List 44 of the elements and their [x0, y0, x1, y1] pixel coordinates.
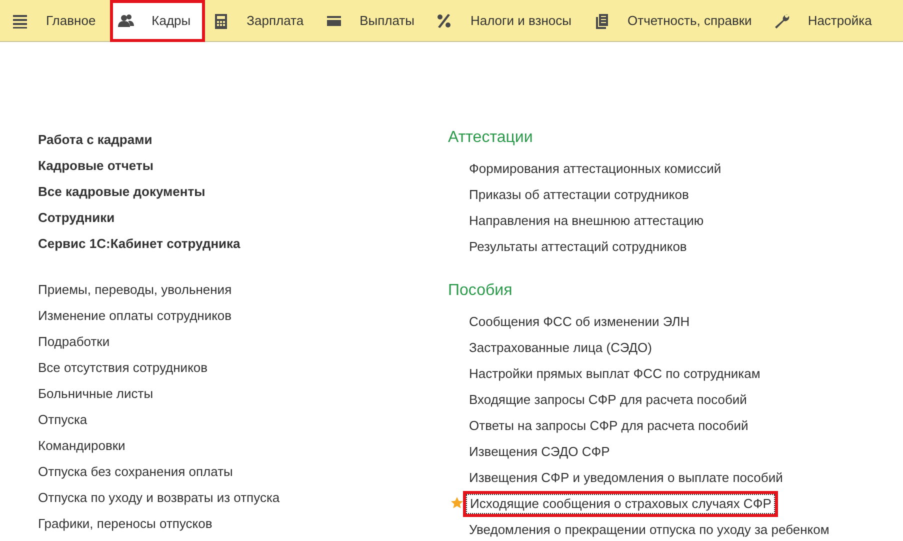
- people-icon: [118, 13, 134, 29]
- menu-link[interactable]: Застрахованные лица (СЭДО): [466, 339, 655, 357]
- menu-link[interactable]: Все отсутствия сотрудников: [38, 355, 208, 381]
- documents-icon: [594, 13, 610, 29]
- menu-link[interactable]: Сообщения ФСС об изменении ЭЛН: [466, 313, 693, 331]
- menu-link[interactable]: Больничные листы: [38, 381, 154, 407]
- menu-link[interactable]: Кадровые отчеты: [38, 153, 154, 179]
- menu-link[interactable]: Сервис 1С:Кабинет сотрудника: [38, 231, 240, 257]
- wrench-icon: [774, 13, 790, 29]
- menu-link[interactable]: Все кадровые документы: [38, 179, 206, 205]
- section-tab[interactable]: Кадры: [110, 0, 205, 42]
- menu-link[interactable]: Приемы, переводы, увольнения: [38, 277, 232, 303]
- menu-link[interactable]: Подработки: [38, 329, 110, 355]
- menu-link[interactable]: Извещения СФР и уведомления о выплате пособий: [466, 469, 786, 487]
- menu-link[interactable]: Результаты аттестаций сотрудников: [466, 238, 690, 256]
- section-tab[interactable]: Налоги и взносы: [428, 0, 586, 42]
- menu-icon: [12, 13, 28, 29]
- section-tab[interactable]: Отчетность, справки: [586, 0, 766, 42]
- card-icon: [326, 13, 342, 29]
- menu-link[interactable]: Сотрудники: [38, 205, 115, 231]
- menu-link[interactable]: Приказы об аттестации сотрудников: [466, 186, 692, 204]
- menu-link[interactable]: Отпуска по уходу и возвраты из отпуска: [38, 485, 280, 511]
- menu-link[interactable]: Отпуска без сохранения оплаты: [38, 459, 233, 485]
- menu-link[interactable]: Изменение оплаты сотрудников: [38, 303, 232, 329]
- menu-link[interactable]: Настройки прямых выплат ФСС по сотрудникам: [466, 365, 764, 383]
- percent-icon: [436, 13, 452, 29]
- section-tab[interactable]: Настройка: [766, 0, 886, 42]
- menu-link[interactable]: Уведомления о прекращении отпуска по уходу за ребенком: [466, 521, 832, 539]
- section-heading: Пособия: [448, 281, 512, 301]
- menu-link[interactable]: Отпуска: [38, 407, 88, 433]
- menu-link[interactable]: Формирования аттестационных комиссий: [466, 160, 724, 178]
- section-heading: Аттестации: [448, 128, 533, 148]
- menu-link[interactable]: Исходящие сообщения о страховых случаях СФР: [466, 494, 776, 514]
- menu-link[interactable]: Командировки: [38, 433, 126, 459]
- calculator-icon: [212, 13, 229, 29]
- menu-link[interactable]: Извещения СЭДО СФР: [466, 443, 613, 461]
- menu-link[interactable]: Ответы на запросы СФР для расчета пособий: [466, 417, 752, 435]
- menu-link[interactable]: Графики, переносы отпусков: [38, 511, 212, 537]
- menu-link[interactable]: Входящие запросы СФР для расчета пособий: [466, 391, 750, 409]
- menu-link[interactable]: Работа с кадрами: [38, 127, 152, 153]
- section-tab[interactable]: Главное: [4, 0, 110, 42]
- menu-link[interactable]: Направления на внешнюю аттестацию: [466, 212, 707, 230]
- section-tab[interactable]: Зарплата: [204, 0, 318, 42]
- section-tab[interactable]: Выплаты: [318, 0, 428, 42]
